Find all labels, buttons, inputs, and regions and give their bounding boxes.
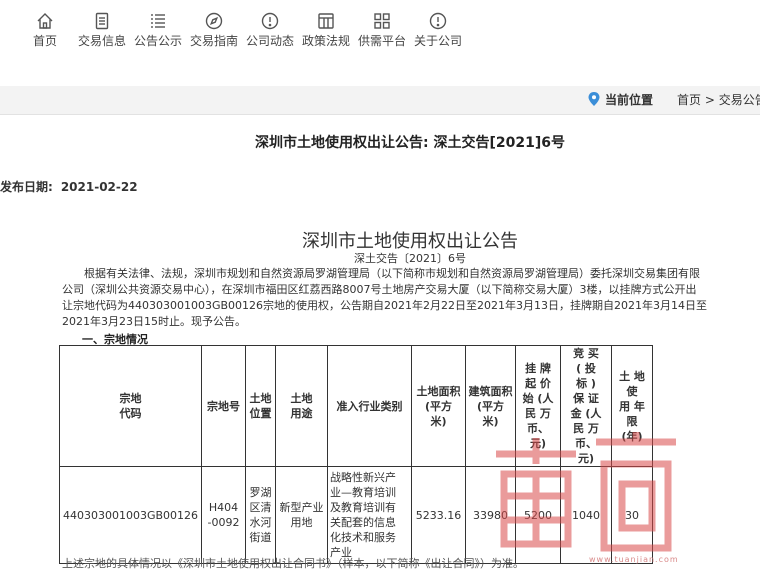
cell-text: 代码	[119, 407, 142, 420]
breadcrumb-current[interactable]: 交易公告	[719, 93, 760, 107]
body-cell: H404 -0092	[201, 466, 246, 564]
nav-label: 政策法规	[301, 34, 350, 48]
location-bar: 当前位置 首页 > 交易公告	[0, 86, 760, 115]
paragraph-line: 让宗地代码为440303001003GB00126宗地的使用权，公告期自2021…	[62, 299, 708, 312]
cell-text: 化技术和服务	[330, 531, 396, 544]
grid-icon	[374, 13, 390, 29]
breadcrumb: 首页 > 交易公告	[677, 91, 760, 108]
cell-text: 新型产业	[279, 501, 324, 514]
info-icon	[261, 12, 279, 30]
info-icon	[429, 12, 447, 30]
announcement-paragraph: 根据有关法律、法规，深圳市规划和自然资源局罗湖管理局（以下简称市规划和自然资源局…	[62, 266, 760, 330]
building-icon	[318, 13, 334, 29]
cell-text: H404	[208, 501, 239, 514]
cell-text: 战略性新兴产	[330, 471, 396, 484]
nav-policy[interactable]: 政策法规	[298, 10, 354, 50]
header-cell: 土地 用途	[275, 345, 328, 467]
header-cell: 宗地号	[201, 345, 246, 467]
nav-label: 公告公示	[133, 34, 182, 48]
cell-text: 标 )	[576, 377, 596, 390]
cell-text: 土地	[249, 392, 272, 405]
cell-text: 业—教育培训	[330, 486, 396, 499]
cell-text: 建筑面积	[468, 384, 513, 398]
watermark-text: www.tuanjian.com	[589, 555, 679, 564]
publish-date: 发布日期: 2021-02-22	[0, 178, 138, 195]
cell-text: 起 价	[525, 377, 551, 390]
cell-text: (平方	[476, 399, 505, 413]
nav-supply-demand[interactable]: 供需平台	[354, 10, 410, 50]
body-cell: 新型产业 用地	[275, 466, 328, 564]
nav-home[interactable]: 首页	[17, 10, 73, 50]
header-cell: 土地面积 (平方 米)	[411, 345, 466, 467]
cell-text: 用地	[290, 516, 313, 529]
nav-label: 公司动态	[245, 34, 294, 48]
cell-text: ( 投	[576, 362, 596, 375]
cell-text: 宗地号	[207, 399, 240, 413]
cell-text: 始 (人	[522, 392, 554, 405]
cell-text: 街道	[249, 531, 272, 544]
document-icon	[95, 12, 109, 30]
cell-text: 440303001003GB00126	[62, 508, 199, 522]
paragraph-line: 公司（深圳公共资源交易中心），在深圳市福田区红荔西路8007号土地房产交易大厦（…	[62, 283, 697, 296]
cell-text: 及教育培训有	[330, 501, 396, 514]
cell-text: 挂 牌	[525, 362, 551, 375]
nav-announcements[interactable]: 公告公示	[130, 10, 186, 50]
nav-trade-info[interactable]: 交易信息	[74, 10, 130, 50]
nav-label: 交易信息	[77, 34, 126, 48]
cell-text: 米)	[430, 414, 447, 428]
publish-date-label: 发布日期:	[0, 180, 53, 194]
cell-text: 土 地 使	[619, 369, 645, 398]
top-navigation: 首页 交易信息 公告公示 交易指南 公司动态 政策法规 供需平台 关于公司	[0, 0, 760, 52]
publish-date-value: 2021-02-22	[60, 180, 138, 194]
cell-text: 5233.16	[415, 508, 462, 522]
cell-text: 土地	[290, 392, 313, 405]
body-cell: 罗湖 区清 水河 街道	[245, 466, 276, 564]
location-pin-icon	[588, 92, 600, 106]
header-cell: 准入行业类别	[327, 345, 412, 467]
home-icon	[37, 13, 53, 29]
header-cell: 土地 位置	[245, 345, 276, 467]
nav-company-news[interactable]: 公司动态	[242, 10, 298, 50]
list-icon	[151, 14, 165, 28]
page-title: 深圳市土地使用权出让公告: 深土交告[2021]6号	[255, 135, 565, 151]
document-number: 深土交告〔2021〕6号	[354, 252, 466, 265]
paragraph-line: 根据有关法律、法规，深圳市规划和自然资源局罗湖管理局（以下简称市规划和自然资源局…	[84, 267, 700, 280]
nav-guide[interactable]: 交易指南	[186, 10, 242, 50]
cell-text: 水河	[249, 516, 272, 529]
cell-text: 保 证	[573, 392, 599, 405]
nav-about[interactable]: 关于公司	[410, 10, 466, 50]
cell-text: 金 (人	[570, 407, 602, 420]
cell-text: -0092	[207, 516, 240, 529]
cell-text: 民 万	[525, 407, 551, 420]
cell-text: 位置	[249, 407, 272, 420]
location-label: 当前位置	[605, 93, 654, 107]
compass-icon	[205, 12, 223, 30]
cell-text: 用途	[290, 407, 313, 420]
body-cell: 5233.16	[411, 466, 466, 564]
footer-text: 上述宗地的具体情况以《深圳市土地使用权出让合同书》（样本，以下简称《出让合同》）…	[62, 557, 524, 570]
breadcrumb-separator: >	[704, 93, 715, 107]
cell-text: 准入行业类别	[336, 399, 403, 413]
cell-text: 宗地	[119, 392, 142, 405]
nav-label: 交易指南	[189, 34, 238, 48]
cell-text: 竞 买	[573, 347, 599, 360]
breadcrumb-home[interactable]: 首页	[677, 93, 701, 107]
cell-text: 罗湖	[249, 486, 272, 499]
body-cell: 战略性新兴产 业—教育培训 及教育培训有 关配套的信息 化技术和服务 产业	[327, 466, 412, 564]
header-cell: 宗地 代码	[59, 345, 202, 467]
cell-text: (平方	[424, 399, 453, 413]
nav-label: 关于公司	[413, 34, 462, 48]
cell-text: 土地面积	[416, 384, 461, 398]
body-cell: 440303001003GB00126	[59, 466, 202, 564]
watermark-logo	[496, 432, 676, 552]
cell-text: 关配套的信息	[330, 516, 396, 529]
paragraph-line: 2021年3月23日15时止。现予公告。	[62, 315, 246, 328]
nav-label: 供需平台	[357, 34, 406, 48]
nav-label: 首页	[32, 34, 57, 48]
cell-text: 区清	[249, 501, 272, 514]
